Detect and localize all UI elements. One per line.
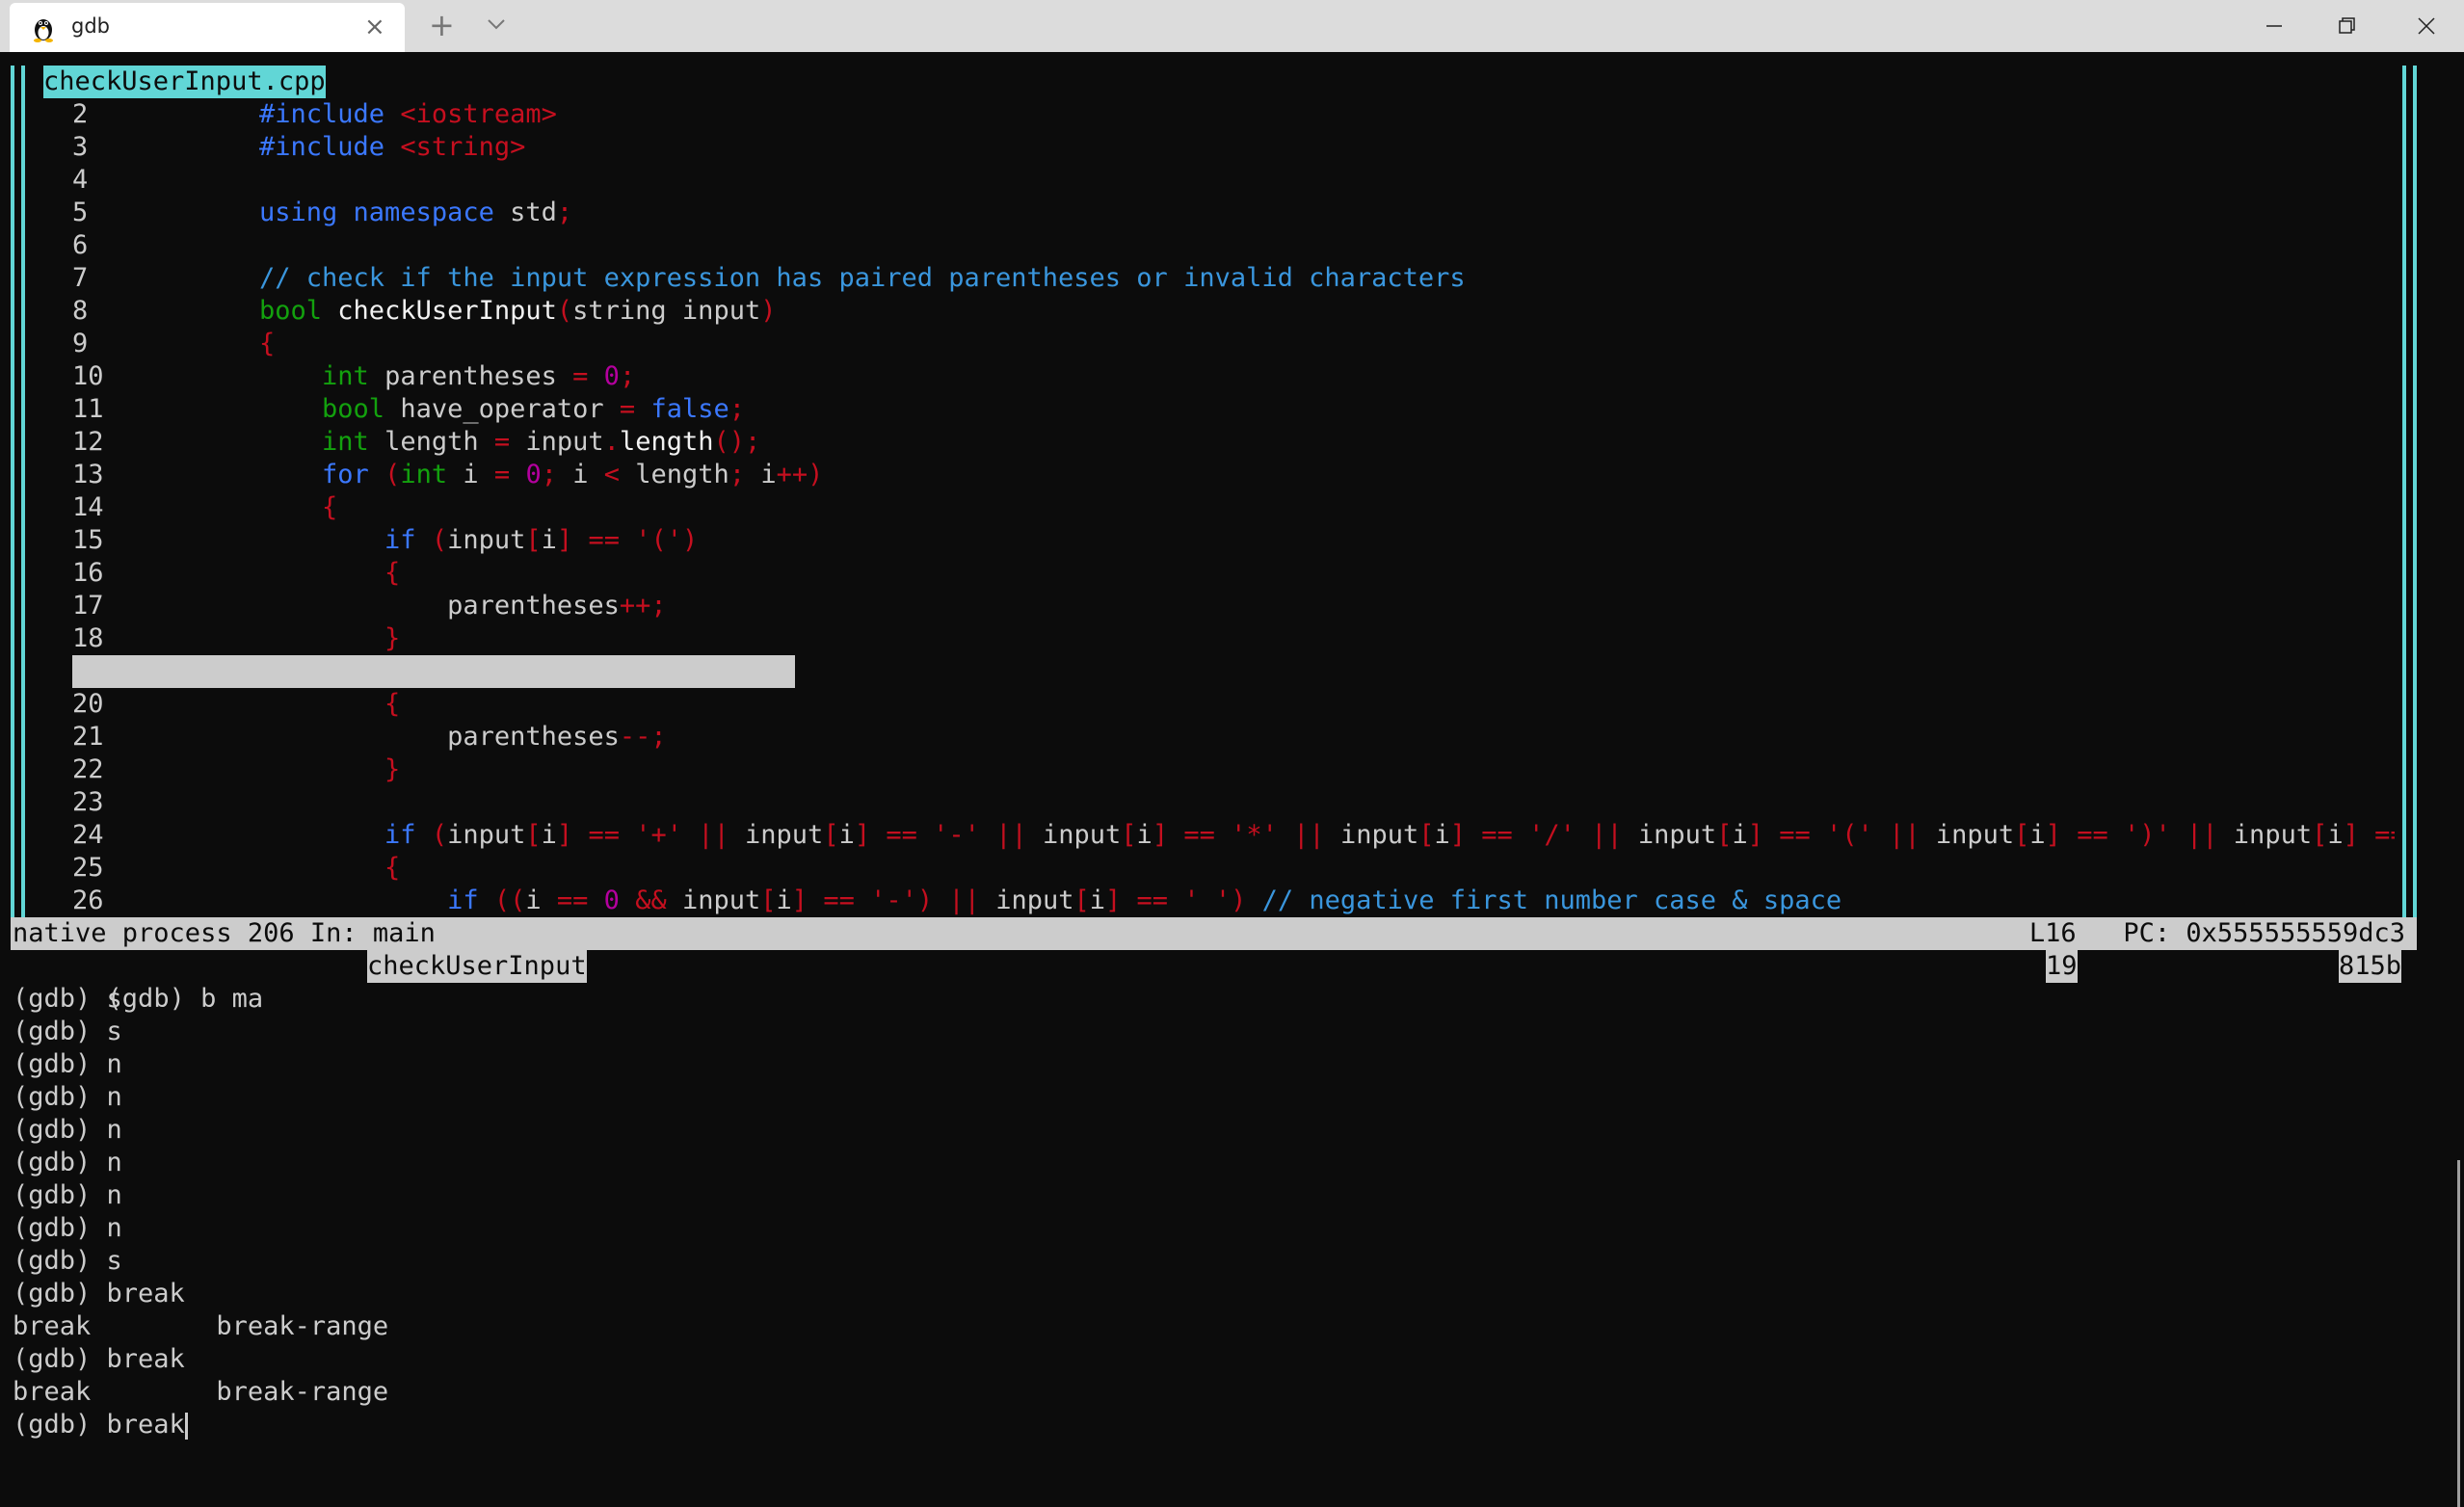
completion-line: break break-range [13,1377,389,1407]
source-line: 12 int length = input.length(); [72,427,761,457]
terminal[interactable]: checkUserInput.cpp 2 #include <iostream> … [0,52,2464,1507]
scrollbar[interactable] [2457,1160,2460,1507]
source-line: 7// check if the input expression has pa… [72,263,1466,293]
source-filename: checkUserInput.cpp [43,66,326,98]
minimize-icon [2266,25,2282,27]
source-line: 3 #include <string> [72,132,526,162]
source-line: 8 bool checkUserInput(string input) [72,296,777,326]
overlay-address: 815b [2339,950,2402,983]
source-line: 17 parentheses++; [72,591,667,621]
source-line: 25 { [72,853,401,883]
source-line: 22 } [72,754,401,784]
overlay-function: checkUserInput [367,950,587,983]
command-line: (gdb) break [13,1279,185,1309]
command-line: (gdb) n [13,1049,122,1079]
window-close-icon [2418,17,2435,35]
chevron-down-icon[interactable] [484,12,509,37]
source-window-border-left [11,66,25,919]
source-line: 20 { [72,689,401,719]
source-line: 11 bool have_operator = false; [72,394,745,424]
command-line: (gdb) s [13,1017,122,1046]
command-line: (gdb) n [13,1213,122,1243]
close-icon[interactable]: × [364,14,385,40]
command-line: (gdb) n [13,1115,122,1145]
command-line: (gdb) n [13,1148,122,1177]
command-prompt[interactable]: (gdb) break [13,1409,2441,1441]
command-line: (gdb) s [13,1246,122,1276]
source-line: 9{ [72,329,276,358]
command-line: (gdb) n [13,1180,122,1210]
source-window-border-right [2402,66,2417,919]
source-line: 4 [72,165,89,195]
maximize-button[interactable] [2311,0,2384,52]
source-line: 21 parentheses--; [72,722,667,752]
tab-title: gdb [71,14,110,38]
current-source-line: > 19 else if (input[i] == ')') [43,655,2395,688]
status-position: L16 PC: 0x555555559dc3 [2028,918,2405,948]
source-line: 18 } [72,623,401,653]
overlay-line: 19 [2046,950,2078,983]
text-cursor [184,1412,188,1440]
source-line: 15 if (input[i] == '(') [72,525,699,555]
title-bar: gdb × + [0,0,2464,52]
source-line: 13 for (int i = 0; i < length; i++) [72,460,824,489]
source-line: 2 #include <iostream> [72,99,557,129]
command-line: (gdb) n [13,1082,122,1112]
tab-gdb[interactable]: gdb × [10,3,405,52]
plus-icon[interactable]: + [429,8,455,42]
command-line: (gdb) break [13,1344,185,1374]
status-bar: native process 206 In: main L16 PC: 0x55… [11,917,2417,950]
source-code: 2 #include <iostream> 3 #include <string> … [43,98,2395,917]
window-close-button[interactable] [2390,0,2463,52]
source-line: 6 [72,230,89,260]
source-line: 24 if (input[i] == '+' || input[i] == '-… [72,820,2395,850]
source-line: 26 if ((i == 0 && input[i] == '-') || in… [72,886,1842,915]
status-process: native process 206 In: main [13,918,436,948]
minimize-button[interactable] [2238,0,2311,52]
command-line: (gdb) s [13,984,122,1014]
command-line: (gdb) b ma checkUserInput 19 815b [106,950,2402,1014]
linux-tux-icon [34,19,53,42]
source-line: 5 using namespace std; [72,198,573,227]
source-line: 16 { [72,558,401,588]
completion-line: break break-range [13,1311,389,1341]
source-line: 14 { [72,492,338,522]
current-line-highlight [72,655,795,688]
maximize-icon [2339,17,2355,34]
gdb-command-area[interactable]: (gdb) b ma checkUserInput 19 815b (gdb) … [13,950,2441,1441]
source-line: 23 [72,787,104,817]
source-line: 10 int parentheses = 0; [72,361,636,391]
